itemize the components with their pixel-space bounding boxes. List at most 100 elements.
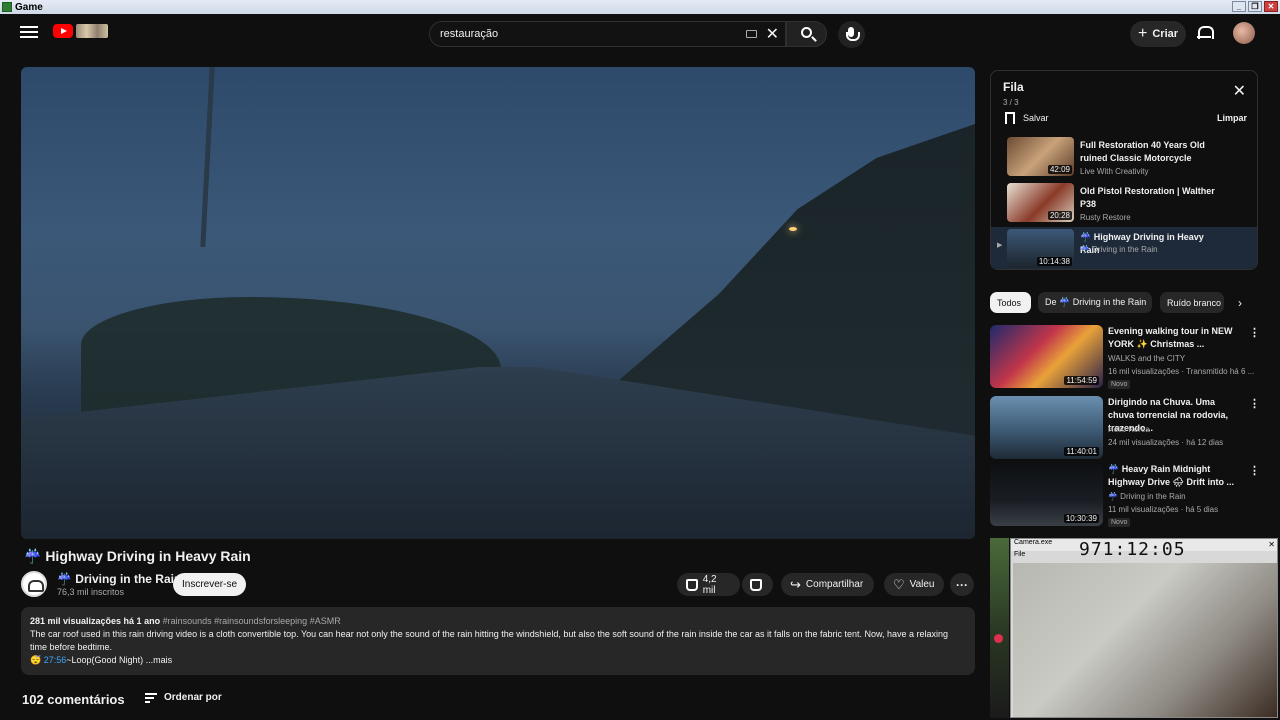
duration-badge: 11:54:59 <box>1064 376 1099 385</box>
queue-thumbnail: 20:28 <box>1007 183 1074 222</box>
rec-meta: 16 mil visualizações · Transmitido há 6 … <box>1108 367 1254 376</box>
rec-thumbnail-partial[interactable] <box>990 538 1009 718</box>
search-query: restauração <box>440 28 499 40</box>
share-button[interactable]: ↪ Compartilhar <box>781 573 874 596</box>
thumbs-up-icon <box>686 578 698 591</box>
sort-comments-button[interactable]: Ordenar por <box>145 692 222 703</box>
user-avatar[interactable] <box>1233 22 1255 44</box>
dislike-button[interactable] <box>742 573 773 596</box>
keyboard-icon[interactable] <box>746 30 757 38</box>
search-input[interactable]: restauração ✕ <box>429 21 786 47</box>
new-badge: Novo <box>1108 380 1131 389</box>
minimize-button[interactable]: _ <box>1232 1 1246 12</box>
heart-dollar-icon: ♡ <box>893 576 905 592</box>
hashtags[interactable]: #rainsounds #rainsoundsforsleeping #ASMR <box>163 616 341 626</box>
save-queue-button[interactable]: Salvar <box>1005 112 1049 124</box>
chip-from-channel[interactable]: De ☔ Driving in the Rain <box>1038 292 1152 313</box>
close-window-button[interactable]: ✕ <box>1264 1 1278 12</box>
search-button[interactable] <box>786 21 827 47</box>
search-icon <box>801 27 812 38</box>
window-controls: _ ❐ ✕ <box>1232 1 1278 12</box>
more-actions-icon[interactable]: ··· <box>950 573 974 596</box>
like-count: 4,2 mil <box>702 573 717 596</box>
new-badge: Novo <box>1108 518 1131 527</box>
chevron-right-icon[interactable]: › <box>1238 296 1242 310</box>
chapter-text: ~Loop(Good Night) <box>66 655 144 665</box>
doodle-image <box>76 24 108 38</box>
save-label: Salvar <box>1023 113 1049 123</box>
clear-search-icon[interactable]: ✕ <box>766 24 779 44</box>
rec-meta: 24 mil visualizações · há 12 dias <box>1108 438 1224 447</box>
rec-thumbnail: 11:40:01 <box>990 396 1103 459</box>
queue-item-channel: ☔ Driving in the Rain <box>1080 245 1158 254</box>
queue-item[interactable]: 20:28 Old Pistol Restoration | Walther P… <box>991 181 1257 225</box>
rec-channel: ☔ Driving in the Rain <box>1108 492 1186 501</box>
thanks-button[interactable]: ♡ Valeu <box>884 573 944 596</box>
duration-badge: 10:30:39 <box>1063 514 1099 523</box>
channel-name[interactable]: ☔ Driving in the Rain <box>57 572 181 586</box>
recommendation-item[interactable]: 11:54:59 Evening walking tour in NEW YOR… <box>990 325 1260 389</box>
description-box[interactable]: 281 mil visualizações há 1 ano #rainsoun… <box>21 607 975 675</box>
notifications-bell-icon[interactable] <box>1197 25 1214 41</box>
more-options-icon[interactable]: ⋮ <box>1249 326 1260 339</box>
show-more-link[interactable]: ...mais <box>146 655 173 665</box>
video-frame-streetlamp <box>789 227 797 231</box>
masthead: restauração ✕ + Criar <box>0 14 1280 52</box>
app-icon <box>2 2 12 12</box>
clear-queue-button[interactable]: Limpar <box>1217 113 1247 123</box>
camera-feed <box>1013 563 1277 717</box>
bookmark-icon <box>1005 112 1015 124</box>
queue-item-title: Old Pistol Restoration | Walther P38 <box>1080 186 1215 209</box>
youtube-play-icon <box>53 24 73 38</box>
chip-all[interactable]: Todos <box>990 292 1031 313</box>
plus-icon: + <box>1138 25 1148 42</box>
overlay-menu-file[interactable]: File <box>1014 551 1025 558</box>
queue-thumbnail: 42:09 <box>1007 137 1074 176</box>
more-options-icon[interactable]: ⋮ <box>1249 464 1260 477</box>
rec-meta: 11 mil visualizações · há 5 dias <box>1108 505 1219 514</box>
rec-channel: Hello Korea <box>1108 425 1150 434</box>
voice-search-icon[interactable] <box>838 21 865 48</box>
camera-overlay-window[interactable]: Camera.exe 971:12:05 ✕ File <box>1010 538 1278 718</box>
close-icon[interactable]: ✕ <box>1233 81 1246 101</box>
sort-label: Ordenar por <box>164 692 222 703</box>
more-options-icon[interactable]: ⋮ <box>1249 397 1260 410</box>
queue-count: 3 / 3 <box>1003 98 1019 107</box>
rec-thumbnail: 10:30:39 <box>990 463 1103 526</box>
sort-icon <box>145 693 157 703</box>
overlay-close-icon[interactable]: ✕ <box>1268 540 1275 549</box>
queue-thumbnail: 10:14:38 <box>1007 229 1074 268</box>
hamburger-menu-icon[interactable] <box>20 24 38 40</box>
recommendation-item[interactable]: 11:40:01 Dirigindo na Chuva. Uma chuva t… <box>990 396 1260 460</box>
live-indicator-icon <box>994 634 1003 643</box>
channel-avatar[interactable] <box>21 571 47 597</box>
rec-title: Evening walking tour in NEW YORK ✨ Chris… <box>1108 326 1233 349</box>
duration-badge: 10:14:38 <box>1036 257 1072 266</box>
queue-item[interactable]: 42:09 Full Restoration 40 Years Old ruin… <box>991 135 1257 179</box>
queue-item-playing[interactable]: ▶ 10:14:38 ☔ Highway Driving in Heavy Ra… <box>991 227 1257 269</box>
queue-item-channel: Rusty Restore <box>1080 213 1131 222</box>
maximize-button[interactable]: ❐ <box>1248 1 1262 12</box>
queue-item-title: Full Restoration 40 Years Old ruined Cla… <box>1080 140 1205 163</box>
window-title: Game <box>15 1 43 13</box>
create-button[interactable]: + Criar <box>1130 21 1186 47</box>
rec-thumbnail: 11:54:59 <box>990 325 1103 388</box>
create-label: Criar <box>1152 28 1179 40</box>
subscribe-button[interactable]: Inscrever-se <box>173 573 246 596</box>
duration-badge: 20:28 <box>1047 211 1072 220</box>
filter-chips: Todos De ☔ Driving in the Rain Ruído bra… <box>990 292 1258 313</box>
chip-white-noise[interactable]: Ruído branco <box>1160 292 1224 313</box>
timestamp-link[interactable]: 27:56 <box>44 655 67 665</box>
youtube-logo[interactable] <box>53 24 108 38</box>
recommendation-item[interactable]: 10:30:39 ☔ Heavy Rain Midnight Highway D… <box>990 463 1260 527</box>
overlay-timer: 971:12:05 <box>1079 539 1186 560</box>
like-button[interactable]: 4,2 mil <box>677 573 740 596</box>
view-stats: 281 mil visualizações há 1 ano <box>30 616 161 626</box>
video-player[interactable] <box>21 67 975 539</box>
video-frame-pole <box>200 67 215 248</box>
thumbs-down-icon <box>750 578 762 591</box>
duration-badge: 11:40:01 <box>1064 447 1099 456</box>
share-label: Compartilhar <box>805 579 864 590</box>
rec-title: ☔ Heavy Rain Midnight Highway Drive 🌧 Dr… <box>1108 464 1234 487</box>
emoji-icon: 😴 <box>30 655 42 665</box>
